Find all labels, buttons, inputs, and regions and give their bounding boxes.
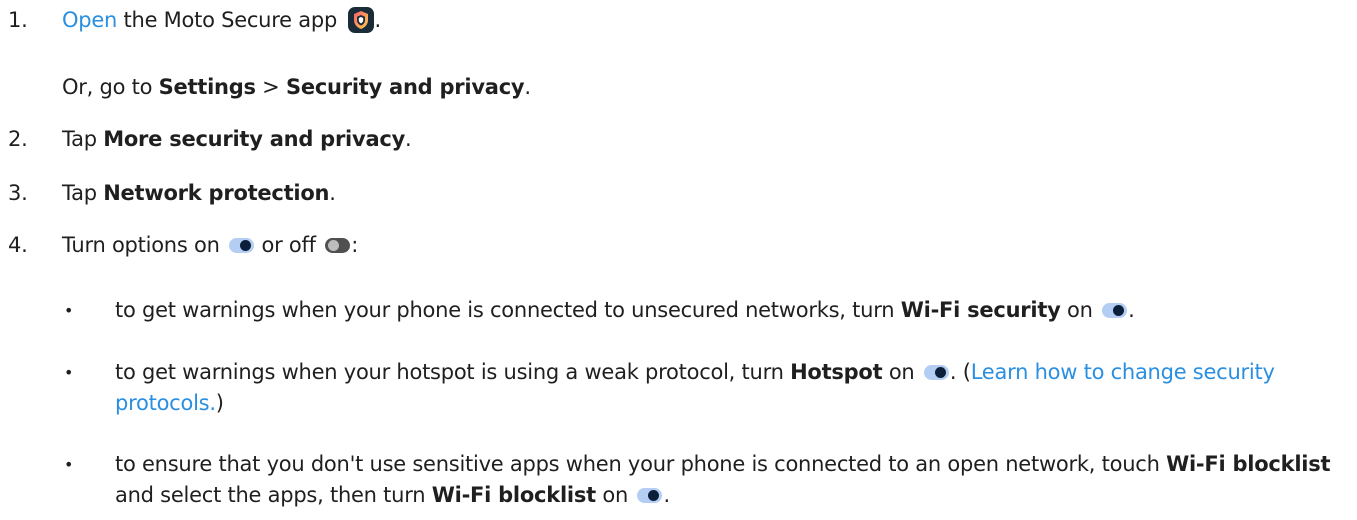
bullet-text: to ensure that you don't use sensitive a… [115,452,1331,507]
step-text: Tap Network protection. [62,181,336,205]
security-privacy-label: Security and privacy [285,75,525,99]
instructions: 1. Open the Moto Secure app . Or, go to … [0,0,1357,520]
bullet-text: to get warnings when your phone is conne… [115,298,1135,322]
toggle-on-icon [637,488,663,503]
toggle-on-icon [1102,303,1128,318]
step-number: 4. [8,233,28,257]
step-number: 1. [8,8,28,32]
toggle-on-icon [923,365,949,380]
step-text: Tap More security and privacy. [62,127,412,151]
bullet-dot: • [64,301,74,320]
bullet-dot: • [64,363,74,382]
toggle-on-icon [229,238,255,253]
moto-secure-app-icon [348,7,375,33]
settings-label: Settings [158,75,256,99]
step-text: Open the Moto Secure app . [62,7,381,33]
step-number: 3. [8,181,28,205]
step-text: Turn options on or off : [62,233,359,257]
toggle-off-icon [325,238,351,253]
open-app-link[interactable]: Open [62,8,117,32]
bullet-dot: • [64,455,74,474]
bullet-text: to get warnings when your hotspot is usi… [115,360,1275,415]
step-number: 2. [8,127,28,151]
step-1-alternative: Or, go to Settings > Security and privac… [62,75,531,99]
